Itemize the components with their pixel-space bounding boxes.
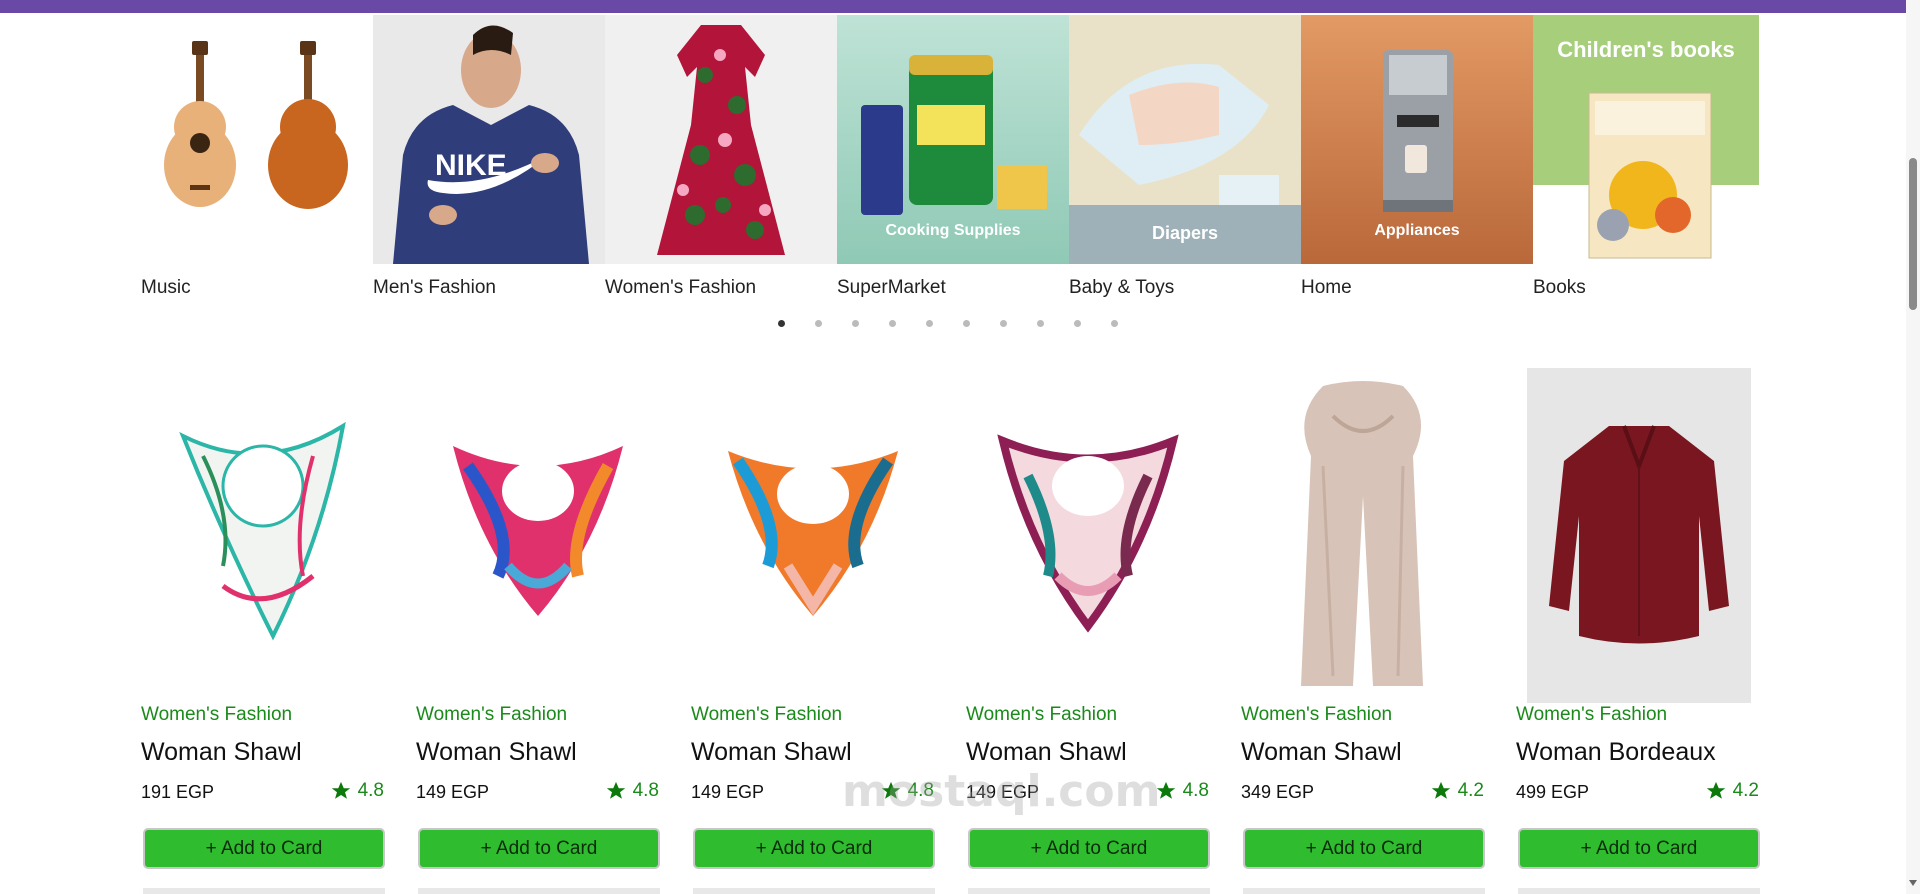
product-name[interactable]: Woman Shawl bbox=[416, 738, 577, 767]
next-row-hint bbox=[693, 888, 935, 894]
add-to-cart-button[interactable]: + Add to Card bbox=[418, 828, 660, 869]
product-image[interactable] bbox=[966, 368, 1209, 703]
product-image[interactable] bbox=[141, 368, 384, 703]
product-image[interactable] bbox=[1241, 368, 1484, 703]
product-category[interactable]: Women's Fashion bbox=[1516, 704, 1667, 726]
category-books[interactable]: Children's books Books bbox=[1533, 15, 1759, 298]
category-label: Home bbox=[1301, 277, 1352, 298]
watermark: mostaql.com bbox=[842, 766, 1161, 817]
category-womens-fashion[interactable]: Women's Fashion bbox=[605, 15, 837, 298]
rating-value: 4.2 bbox=[1732, 780, 1759, 801]
hoodie-icon: NIKE bbox=[373, 15, 605, 264]
product-rating: 4.2 bbox=[1705, 780, 1759, 802]
category-label: Books bbox=[1533, 277, 1586, 298]
next-row-hint bbox=[968, 888, 1210, 894]
product-card[interactable]: Women's Fashion Woman Shawl 149 EGP 4.8 … bbox=[966, 368, 1210, 894]
slider-dot[interactable] bbox=[1074, 320, 1081, 327]
vertical-scrollbar[interactable] bbox=[1906, 0, 1920, 894]
product-name[interactable]: Woman Shawl bbox=[691, 738, 852, 767]
category-slider[interactable]: Music NIKE Men's Fashion Women's Fashion… bbox=[141, 15, 1761, 305]
rating-value: 4.8 bbox=[632, 780, 659, 801]
category-label: Baby & Toys bbox=[1069, 277, 1175, 298]
add-to-cart-button[interactable]: + Add to Card bbox=[968, 828, 1210, 869]
product-price: 349 EGP bbox=[1241, 782, 1315, 802]
slider-dot[interactable] bbox=[852, 320, 859, 327]
category-label: Women's Fashion bbox=[605, 277, 757, 298]
diapers-icon: Diapers bbox=[1069, 15, 1301, 264]
category-label: Men's Fashion bbox=[373, 277, 496, 298]
category-baby-toys[interactable]: Diapers Baby & Toys bbox=[1069, 15, 1301, 298]
add-to-cart-button[interactable]: + Add to Card bbox=[693, 828, 935, 869]
slider-dot[interactable] bbox=[1111, 320, 1118, 327]
add-to-cart-button[interactable]: + Add to Card bbox=[1518, 828, 1760, 869]
category-mens-fashion[interactable]: NIKE Men's Fashion bbox=[373, 15, 605, 298]
product-price: 191 EGP bbox=[141, 782, 215, 802]
coffee-machine-icon: Appliances bbox=[1301, 15, 1533, 264]
add-to-cart-button[interactable]: + Add to Card bbox=[143, 828, 385, 869]
product-card[interactable]: Women's Fashion Woman Bordeaux 499 EGP 4… bbox=[1516, 368, 1760, 894]
scroll-down-icon[interactable] bbox=[1909, 880, 1917, 886]
category-overlay: Diapers bbox=[1151, 223, 1219, 243]
product-price: 149 EGP bbox=[416, 782, 490, 802]
product-price: 499 EGP bbox=[1516, 782, 1590, 802]
product-category[interactable]: Women's Fashion bbox=[141, 704, 292, 726]
category-music[interactable]: Music bbox=[141, 15, 373, 298]
slider-dots[interactable] bbox=[778, 320, 1118, 327]
next-row-hint bbox=[143, 888, 385, 894]
product-price: 149 EGP bbox=[691, 782, 765, 802]
slider-dot[interactable] bbox=[926, 320, 933, 327]
star-icon bbox=[1431, 781, 1450, 799]
product-image[interactable] bbox=[1527, 368, 1751, 703]
product-category[interactable]: Women's Fashion bbox=[691, 704, 842, 726]
slider-dot[interactable] bbox=[778, 320, 785, 327]
add-to-cart-button[interactable]: + Add to Card bbox=[1243, 828, 1485, 869]
star-icon bbox=[331, 781, 350, 799]
grocery-icon: Cooking Supplies bbox=[837, 15, 1069, 264]
star-icon bbox=[1706, 781, 1725, 799]
product-card[interactable]: Women's Fashion Woman Shawl 149 EGP 4.8 … bbox=[416, 368, 660, 894]
next-row-hint bbox=[1243, 888, 1485, 894]
slider-dot[interactable] bbox=[1000, 320, 1007, 327]
rating-value: 4.8 bbox=[1182, 780, 1209, 801]
category-label: Music bbox=[141, 277, 191, 298]
product-rating: 4.2 bbox=[1430, 780, 1484, 802]
slider-dot[interactable] bbox=[963, 320, 970, 327]
slider-dot[interactable] bbox=[815, 320, 822, 327]
product-rating: 4.8 bbox=[1155, 780, 1209, 802]
category-label: SuperMarket bbox=[837, 277, 946, 298]
book-icon: Children's books bbox=[1533, 15, 1759, 264]
guitar-icon bbox=[141, 15, 373, 264]
product-category[interactable]: Women's Fashion bbox=[966, 704, 1117, 726]
next-row-hint bbox=[418, 888, 660, 894]
product-image[interactable] bbox=[691, 368, 934, 703]
category-home[interactable]: Appliances Home bbox=[1301, 15, 1533, 298]
product-name[interactable]: Woman Shawl bbox=[141, 738, 302, 767]
product-name[interactable]: Woman Shawl bbox=[966, 738, 1127, 767]
product-rating: 4.8 bbox=[605, 780, 659, 802]
product-name[interactable]: Woman Shawl bbox=[1241, 738, 1402, 767]
star-icon bbox=[606, 781, 625, 799]
dress-icon bbox=[605, 15, 837, 264]
category-overlay: Cooking Supplies bbox=[885, 222, 1021, 239]
next-row-hint bbox=[1518, 888, 1760, 894]
product-category[interactable]: Women's Fashion bbox=[416, 704, 567, 726]
slider-dot[interactable] bbox=[889, 320, 896, 327]
product-name[interactable]: Woman Bordeaux bbox=[1516, 738, 1716, 767]
scrollbar-thumb[interactable] bbox=[1909, 158, 1917, 310]
product-image[interactable] bbox=[416, 368, 659, 703]
product-card[interactable]: Women's Fashion Woman Shawl 149 EGP 4.8 … bbox=[691, 368, 935, 894]
product-card[interactable]: Women's Fashion Woman Shawl 349 EGP 4.2 … bbox=[1241, 368, 1485, 894]
product-card[interactable]: Women's Fashion Woman Shawl 191 EGP 4.8 … bbox=[141, 368, 385, 894]
product-rating: 4.8 bbox=[330, 780, 384, 802]
svg-text:NIKE: NIKE bbox=[435, 149, 507, 182]
top-bar bbox=[0, 0, 1920, 13]
rating-value: 4.2 bbox=[1457, 780, 1484, 801]
product-category[interactable]: Women's Fashion bbox=[1241, 704, 1392, 726]
category-overlay: Appliances bbox=[1374, 222, 1460, 239]
rating-value: 4.8 bbox=[357, 780, 384, 801]
slider-dot[interactable] bbox=[1037, 320, 1044, 327]
category-supermarket[interactable]: Cooking Supplies SuperMarket bbox=[837, 15, 1069, 298]
